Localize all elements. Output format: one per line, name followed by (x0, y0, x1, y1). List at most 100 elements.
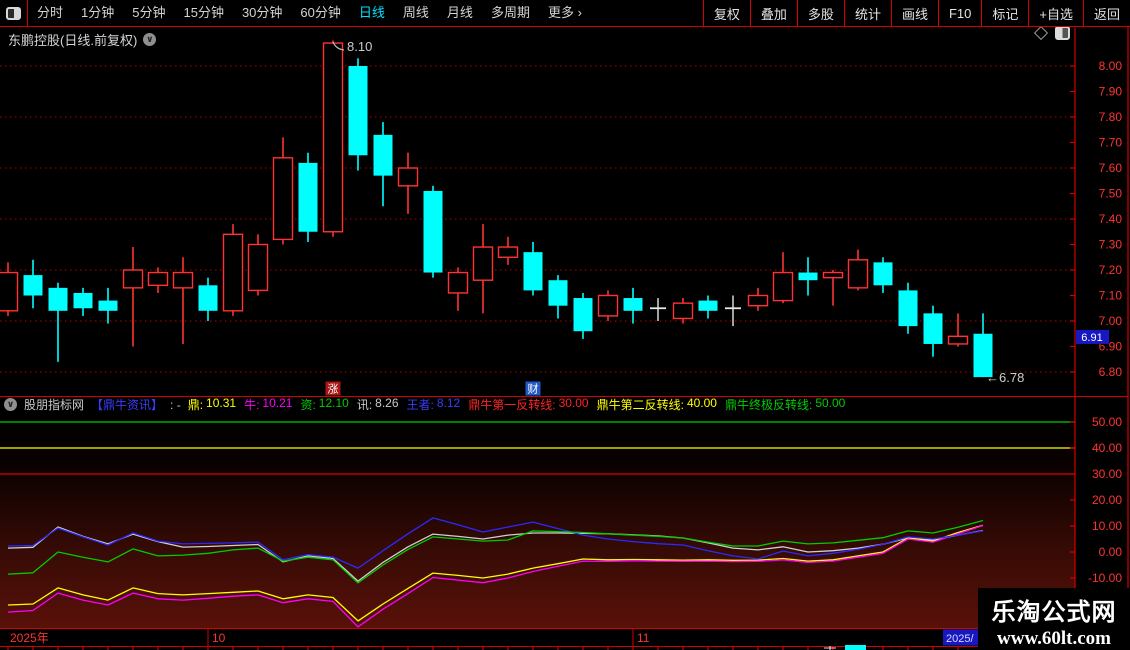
svg-text:7.90: 7.90 (1099, 85, 1123, 99)
svg-text:7.30: 7.30 (1099, 238, 1123, 252)
signal-markers: 涨财 (326, 382, 541, 396)
toolbar-action-7[interactable]: +自选 (1028, 0, 1083, 26)
indicator-field-label: 王者: (407, 396, 434, 413)
toolbar-action-5[interactable]: F10 (938, 0, 981, 26)
toolbar-actions: 复权叠加多股统计画线F10标记+自选返回 (703, 0, 1130, 26)
indicator-field-4: 王者:8.12 (407, 396, 461, 413)
indicator-field-label: 资: (300, 396, 315, 413)
svg-text:7.20: 7.20 (1099, 263, 1123, 277)
indicator-axis: 50.00 40.00 30.00 20.00 10.00 0.00 -10.00 (1070, 415, 1122, 585)
indicator-field-label: 鼎牛第一反转线: (468, 396, 555, 413)
app-window: 8.10←6.78涨财8.007.907.807.707.607.507.407… (0, 0, 1130, 650)
chart-corner-icons (1036, 26, 1070, 40)
svg-text:10: 10 (212, 631, 226, 645)
stock-title: 东鹏控股(日线.前复权) (8, 30, 137, 49)
indicator-field-value: 40.00 (687, 396, 717, 413)
timeframe-tabs: 分时1分钟5分钟15分钟30分钟60分钟日线周线月线多周期更多 › (28, 0, 591, 26)
title-chevron-down-icon[interactable]: ∨ (143, 33, 156, 46)
svg-text:40.00: 40.00 (1092, 441, 1122, 455)
timeframe-tab-1[interactable]: 1分钟 (72, 0, 123, 26)
indicator-field-value: 8.26 (375, 396, 398, 413)
indicator-field-value: 50.00 (815, 396, 845, 413)
diamond-icon[interactable] (1034, 26, 1048, 40)
svg-text:涨: 涨 (328, 383, 339, 396)
candles (0, 41, 993, 378)
svg-text:7.60: 7.60 (1099, 161, 1123, 175)
indicator-field-6: 鼎牛第二反转线:40.00 (597, 396, 717, 413)
svg-text:0.00: 0.00 (1099, 545, 1123, 559)
indicator-field-label: 鼎: (188, 396, 203, 413)
indicator-values: 鼎:10.31 牛:10.21 资:12.10 讯:8.26 王者:8.12 鼎牛第一反转… (188, 396, 846, 413)
svg-text:11: 11 (637, 631, 650, 645)
svg-text:2025年: 2025年 (10, 631, 49, 645)
svg-text:2025/: 2025/ (946, 633, 974, 645)
indicator-field-7: 鼎牛终极反转线:50.00 (725, 396, 845, 413)
toolbar-action-0[interactable]: 复权 (703, 0, 750, 26)
timeframe-tab-6[interactable]: 日线 (350, 0, 394, 26)
svg-text:6.91: 6.91 (1081, 332, 1102, 344)
svg-text:7.00: 7.00 (1099, 314, 1123, 328)
indicator-panel-bg (0, 413, 1075, 628)
watermark: 乐淘公式网 www.60lt.com (978, 588, 1130, 650)
indicator-field-1: 牛:10.21 (244, 396, 292, 413)
indicator-field-label: 鼎牛终极反转线: (725, 396, 812, 413)
indicator-field-value: 12.10 (319, 396, 349, 413)
svg-text:7.80: 7.80 (1099, 110, 1123, 124)
indicator-separator: : - (170, 398, 181, 412)
split-pane-icon (6, 7, 21, 20)
svg-text:7.50: 7.50 (1099, 187, 1123, 201)
svg-text:8.00: 8.00 (1099, 59, 1123, 73)
svg-text:←6.78: ←6.78 (986, 370, 1024, 385)
timeframe-tab-9[interactable]: 多周期 (482, 0, 539, 26)
indicator-field-5: 鼎牛第一反转线:30.00 (468, 396, 588, 413)
svg-text:7.70: 7.70 (1099, 136, 1123, 150)
indicator-chevron-down-icon[interactable]: ∨ (4, 398, 17, 411)
top-toolbar: 分时1分钟5分钟15分钟30分钟60分钟日线周线月线多周期更多 › 复权叠加多股… (0, 0, 1130, 27)
indicator-field-value: 10.21 (262, 396, 292, 413)
watermark-line2: www.60lt.com (978, 628, 1130, 650)
indicator-field-3: 讯:8.26 (357, 396, 399, 413)
indicator-field-label: 讯: (357, 396, 372, 413)
svg-text:6.80: 6.80 (1099, 365, 1123, 379)
svg-text:50.00: 50.00 (1092, 415, 1122, 429)
chart-title-row: 东鹏控股(日线.前复权) ∨ (8, 30, 156, 49)
timeframe-tab-5[interactable]: 60分钟 (291, 0, 349, 26)
timeframe-tab-4[interactable]: 30分钟 (233, 0, 291, 26)
timeframe-tab-2[interactable]: 5分钟 (123, 0, 174, 26)
timeframe-tab-10[interactable]: 更多 › (539, 0, 591, 26)
svg-text:7.40: 7.40 (1099, 212, 1123, 226)
indicator-source: 股朋指标网 (24, 396, 84, 413)
layout-button[interactable] (0, 0, 28, 26)
toolbar-action-8[interactable]: 返回 (1083, 0, 1130, 26)
indicator-field-2: 资:12.10 (300, 396, 348, 413)
timeframe-tab-7[interactable]: 周线 (394, 0, 438, 26)
svg-text:30.00: 30.00 (1092, 467, 1122, 481)
svg-text:20.00: 20.00 (1092, 493, 1122, 507)
svg-text:-10.00: -10.00 (1088, 571, 1122, 585)
indicator-field-value: 30.00 (559, 396, 589, 413)
indicator-field-value: 10.31 (206, 396, 236, 413)
svg-text:8.10: 8.10 (347, 39, 372, 54)
indicator-header: ∨ 股朋指标网 【鼎牛资讯】 : - 鼎:10.31 牛:10.21 资:12.10… (4, 397, 845, 412)
toolbar-action-1[interactable]: 叠加 (750, 0, 797, 26)
svg-text:10.00: 10.00 (1092, 519, 1122, 533)
indicator-field-label: 牛: (244, 396, 259, 413)
pane-toggle-icon[interactable] (1055, 26, 1070, 40)
timeframe-tab-3[interactable]: 15分钟 (174, 0, 232, 26)
timeframe-tab-0[interactable]: 分时 (28, 0, 72, 26)
toolbar-action-3[interactable]: 统计 (844, 0, 891, 26)
indicator-field-value: 8.12 (437, 396, 460, 413)
date-axis: 2025年 10 11 2025/ (0, 629, 1128, 650)
svg-text:7.10: 7.10 (1099, 289, 1123, 303)
indicator-field-label: 鼎牛第二反转线: (597, 396, 684, 413)
indicator-name[interactable]: 【鼎牛资讯】 (91, 396, 163, 413)
indicator-field-0: 鼎:10.31 (188, 396, 236, 413)
toolbar-action-4[interactable]: 画线 (891, 0, 938, 26)
price-axis: 8.00 7.90 7.80 7.70 7.60 7.50 7.40 7.30 7.20 7.10… (1070, 59, 1122, 379)
svg-text:财: 财 (528, 382, 539, 396)
chart-canvas: 8.10←6.78涨财8.007.907.807.707.607.507.407… (0, 0, 1130, 650)
toolbar-action-2[interactable]: 多股 (797, 0, 844, 26)
watermark-line1: 乐淘公式网 (978, 592, 1130, 627)
toolbar-action-6[interactable]: 标记 (981, 0, 1028, 26)
timeframe-tab-8[interactable]: 月线 (438, 0, 482, 26)
